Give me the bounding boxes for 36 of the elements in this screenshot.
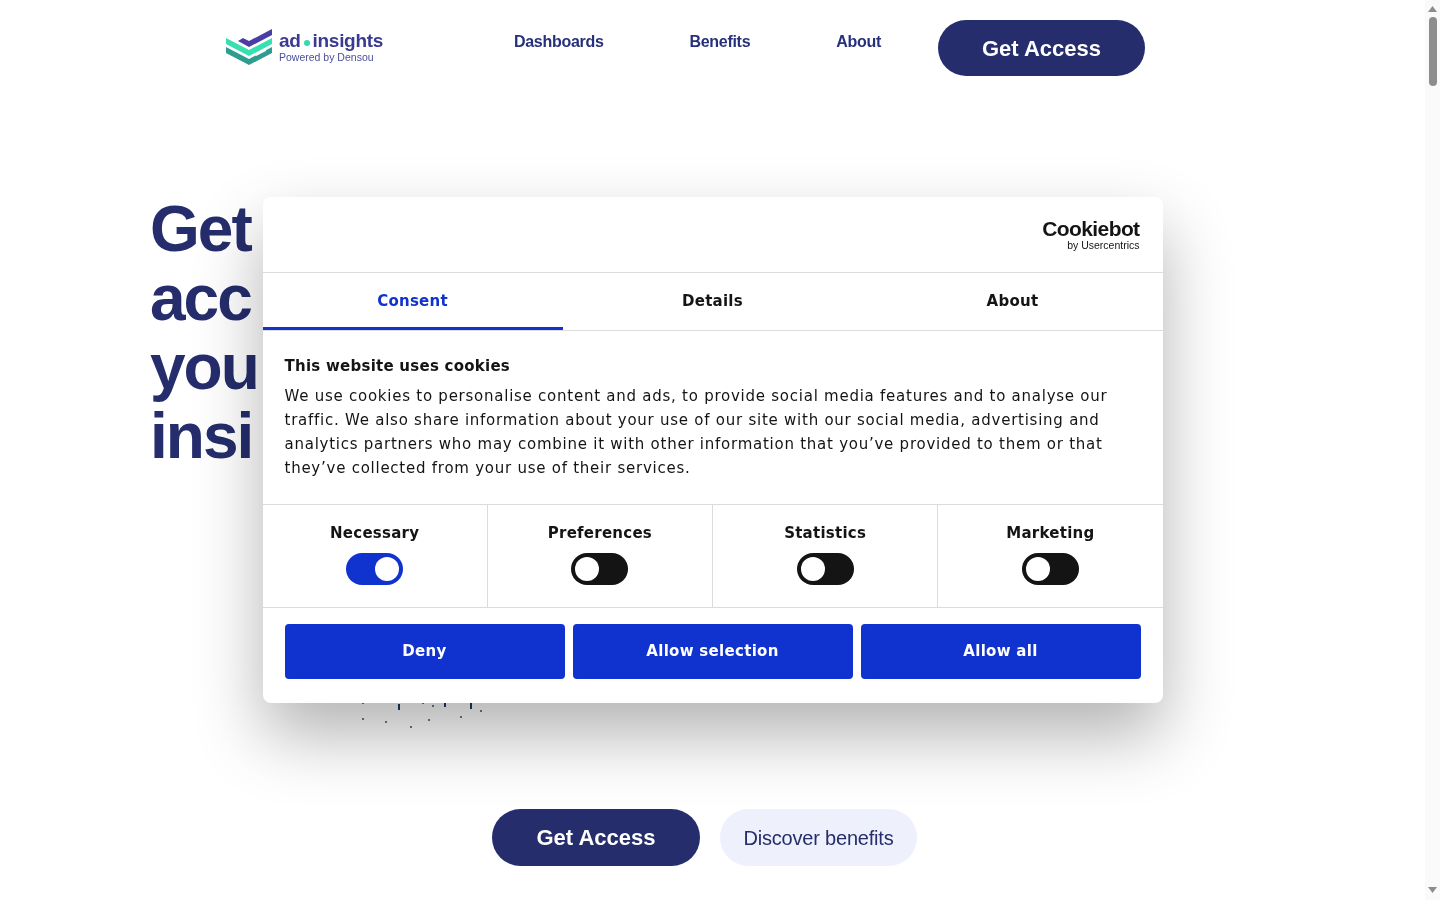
nav-link[interactable]: Dashboards (514, 30, 604, 54)
dialog-tab[interactable]: About (862, 273, 1163, 330)
brand-logo-text: Cookiebot (1042, 218, 1140, 239)
scrollbar-thumb[interactable] (1428, 17, 1437, 86)
brand-byline: by Usercentrics (1067, 239, 1140, 251)
toggle-switch[interactable] (346, 553, 404, 585)
dialog-title: This website uses cookies (284, 356, 511, 376)
category-label: Preferences (547, 523, 652, 543)
logo-tagline: Powered by Densou (279, 51, 375, 63)
consent-button[interactable]: Allow all (860, 624, 1141, 679)
logo-text: ad (279, 31, 301, 51)
nav-link[interactable]: About (836, 30, 881, 54)
toggle-switch[interactable] (1021, 553, 1079, 585)
scroll-up-arrow-icon[interactable] (1428, 6, 1437, 12)
category-label: Marketing (1006, 523, 1095, 543)
consent-button[interactable]: Allow selection (572, 624, 853, 679)
headline-fragment: acc (150, 264, 251, 333)
dialog-tab[interactable]: Details (562, 273, 863, 330)
consent-button[interactable]: Deny (284, 624, 565, 679)
toggle-switch[interactable] (571, 553, 629, 585)
category-label: Statistics (784, 523, 867, 543)
layers-logo-icon (226, 27, 272, 67)
dialog-text: We use cookies to personalise content and ads, to provide social media features and to analyse our traffic. We also share information about your use of our site with our social media, advertising and analytics partners who may combine it with other information that you’ve provided to them or that they’ve collected from your use of their services. (284, 386, 1109, 479)
scroll-down-arrow-icon[interactable] (1428, 887, 1437, 893)
toggle-switch[interactable] (796, 553, 854, 585)
category-label: Necessary (330, 523, 420, 543)
discover-benefits-button[interactable]: Discover benefits (720, 809, 917, 866)
get-access-button[interactable]: Get Access (492, 809, 700, 866)
headline-fragment: insi (150, 402, 253, 471)
dialog-tab[interactable]: Consent (262, 273, 563, 330)
headline-fragment: you (150, 333, 258, 402)
get-access-button[interactable]: Get Access (937, 20, 1145, 76)
dot-icon (303, 39, 310, 46)
logo-text: insights (312, 31, 383, 51)
headline-fragment: Get (150, 195, 251, 264)
nav-link[interactable]: Benefits (689, 30, 751, 54)
